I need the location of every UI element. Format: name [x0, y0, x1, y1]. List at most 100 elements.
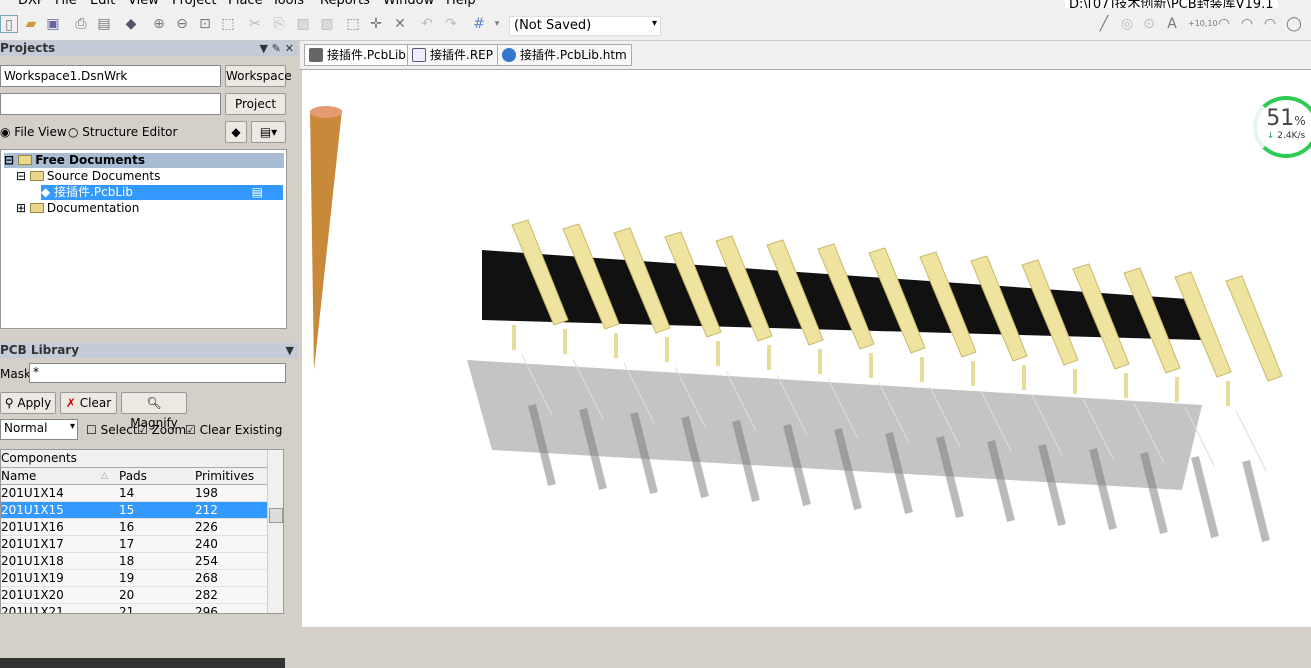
menu-reports[interactable]: Reports: [320, 0, 370, 8]
tree-item-source-documents[interactable]: ⊟ Source Documents: [16, 169, 160, 184]
vertical-scrollbar[interactable]: [267, 450, 283, 613]
project-button[interactable]: Project: [225, 93, 286, 115]
magnify-button[interactable]: 🔍︎ Magnify: [121, 392, 187, 430]
3d-view-canvas[interactable]: 51% ↓ 2.4K/s: [302, 70, 1311, 627]
mode-select[interactable]: Normal ▾: [0, 419, 78, 440]
menu-edit[interactable]: Edit: [90, 0, 115, 8]
menu-dxp[interactable]: DXP: [18, 0, 45, 8]
pin-lower: [1022, 365, 1026, 390]
column-name[interactable]: Name: [1, 468, 36, 484]
open-icon[interactable]: ▰: [22, 15, 40, 33]
column-pads[interactable]: Pads: [119, 468, 147, 484]
undo-icon[interactable]: ↶: [418, 15, 436, 33]
cut-icon[interactable]: ✂: [246, 15, 264, 33]
deselect-icon[interactable]: ✕: [391, 15, 409, 33]
grid-icon[interactable]: #: [470, 15, 488, 33]
zoom-in-icon[interactable]: ⊕: [150, 15, 168, 33]
via-icon[interactable]: ⊙: [1140, 15, 1158, 33]
string-icon[interactable]: A: [1163, 15, 1181, 33]
menu-file[interactable]: File: [55, 0, 77, 8]
zoom-label: Zoom: [151, 423, 187, 437]
workspace-button[interactable]: Workspace: [225, 65, 292, 87]
file-view-radio[interactable]: ◉ File View: [0, 125, 67, 139]
column-headers: Name △ Pads Primitives: [1, 468, 267, 485]
tab-htm[interactable]: 接插件.PcbLib.htm: [497, 44, 632, 66]
table-cell: 14: [119, 486, 135, 500]
pin-lower: [767, 345, 771, 370]
pad-icon[interactable]: ◎: [1118, 15, 1136, 33]
pin-outline: [1235, 410, 1267, 472]
grid-dropdown-icon[interactable]: ▾: [488, 15, 506, 33]
3d-icon[interactable]: ◆: [122, 15, 140, 33]
table-row[interactable]: 201U1X18 18 254: [1, 553, 267, 570]
new-icon[interactable]: ▯: [0, 15, 18, 33]
table-cell: 254: [195, 554, 218, 568]
zoom-checkbox[interactable]: ☑ Zoom: [137, 423, 186, 437]
menu-help[interactable]: Help: [446, 0, 476, 8]
clear-button[interactable]: ✗ Clear: [60, 392, 117, 414]
move-icon[interactable]: ✛: [367, 15, 385, 33]
line-icon[interactable]: ╱: [1095, 15, 1113, 33]
zoom-area-icon[interactable]: ⬚: [219, 15, 237, 33]
gauge-speed: 2.4K/s: [1277, 131, 1306, 141]
paste-icon[interactable]: ▨: [294, 15, 312, 33]
project-input[interactable]: [0, 93, 221, 115]
apply-button[interactable]: ⚲ Apply: [0, 392, 56, 414]
table-row[interactable]: 201U1X17 17 240: [1, 536, 267, 553]
components-header: Components: [1, 450, 267, 468]
table-cell: 18: [119, 554, 135, 568]
cone-top: [310, 106, 342, 118]
workspace-select[interactable]: Workspace1.DsnWrk: [0, 65, 221, 87]
table-cell: 201U1X14: [1, 486, 64, 500]
tree-label: 接插件.PcbLib: [54, 185, 133, 199]
tree-item-free-documents[interactable]: ⊟ Free Documents: [4, 153, 284, 168]
zoom-fit-icon[interactable]: ⊡: [196, 15, 214, 33]
column-primitives[interactable]: Primitives: [195, 468, 254, 484]
table-row[interactable]: 201U1X15 15 212: [1, 502, 267, 519]
pin-lower: [716, 341, 720, 366]
zoom-out-icon[interactable]: ⊖: [173, 15, 191, 33]
tab-pcblib[interactable]: 接插件.PcbLib: [304, 44, 411, 66]
menu-tools[interactable]: Tools: [272, 0, 304, 8]
tab-rep[interactable]: 接插件.REP: [407, 44, 498, 66]
arc-edge-icon[interactable]: ◠: [1238, 15, 1256, 33]
html-icon: [502, 48, 516, 62]
select-area-icon[interactable]: ⬚: [344, 15, 362, 33]
panel-controls-icon[interactable]: ▼ ✎ ✕: [259, 41, 294, 56]
clear-existing-checkbox[interactable]: ☑ Clear Existing: [185, 423, 282, 437]
tree-item-pcblib[interactable]: ◆ 接插件.PcbLib ▤: [41, 185, 283, 200]
arc-center-icon[interactable]: ◠: [1215, 15, 1233, 33]
redo-icon[interactable]: ↷: [442, 15, 460, 33]
3d-header-model: [310, 106, 1283, 542]
table-cell: 198: [195, 486, 218, 500]
full-circle-icon[interactable]: ◯: [1285, 15, 1303, 33]
rubber-stamp-icon[interactable]: ▧: [318, 15, 336, 33]
coordinate-icon[interactable]: +10,10: [1188, 15, 1218, 33]
scrollbar-thumb[interactable]: [269, 508, 283, 523]
table-cell: 201U1X19: [1, 571, 64, 585]
layers-button[interactable]: ◆: [225, 121, 247, 143]
menu-view[interactable]: View: [128, 0, 159, 8]
table-row[interactable]: 201U1X14 14 198: [1, 485, 267, 502]
tree-item-documentation[interactable]: ⊞ Documentation: [16, 201, 139, 216]
table-row[interactable]: 201U1X19 19 268: [1, 570, 267, 587]
document-select[interactable]: (Not Saved): [509, 16, 661, 36]
select-checkbox[interactable]: ☐ Select: [86, 423, 138, 437]
mask-input[interactable]: *: [29, 363, 286, 383]
menu-project[interactable]: Project: [172, 0, 216, 8]
print-preview-icon[interactable]: ▤: [95, 15, 113, 33]
copy-icon[interactable]: ⎘: [270, 15, 288, 33]
save-icon[interactable]: ▣: [44, 15, 62, 33]
menu-place[interactable]: Place: [228, 0, 263, 8]
table-row[interactable]: 201U1X21 21 296: [1, 604, 267, 613]
table-row[interactable]: 201U1X20 20 282: [1, 587, 267, 604]
panel-menu-icon[interactable]: ▼: [286, 343, 294, 358]
print-icon[interactable]: ⎙: [72, 15, 90, 33]
menu-window[interactable]: Window: [383, 0, 434, 8]
table-row[interactable]: 201U1X16 16 226: [1, 519, 267, 536]
tab-label: 接插件.REP: [430, 48, 493, 62]
doc-options-button[interactable]: ▤▾: [251, 121, 286, 143]
structure-editor-radio[interactable]: ○ Structure Editor: [68, 125, 177, 139]
arc-any-icon[interactable]: ◠: [1261, 15, 1279, 33]
projects-panel-header: Projects ▼ ✎ ✕: [0, 41, 298, 56]
